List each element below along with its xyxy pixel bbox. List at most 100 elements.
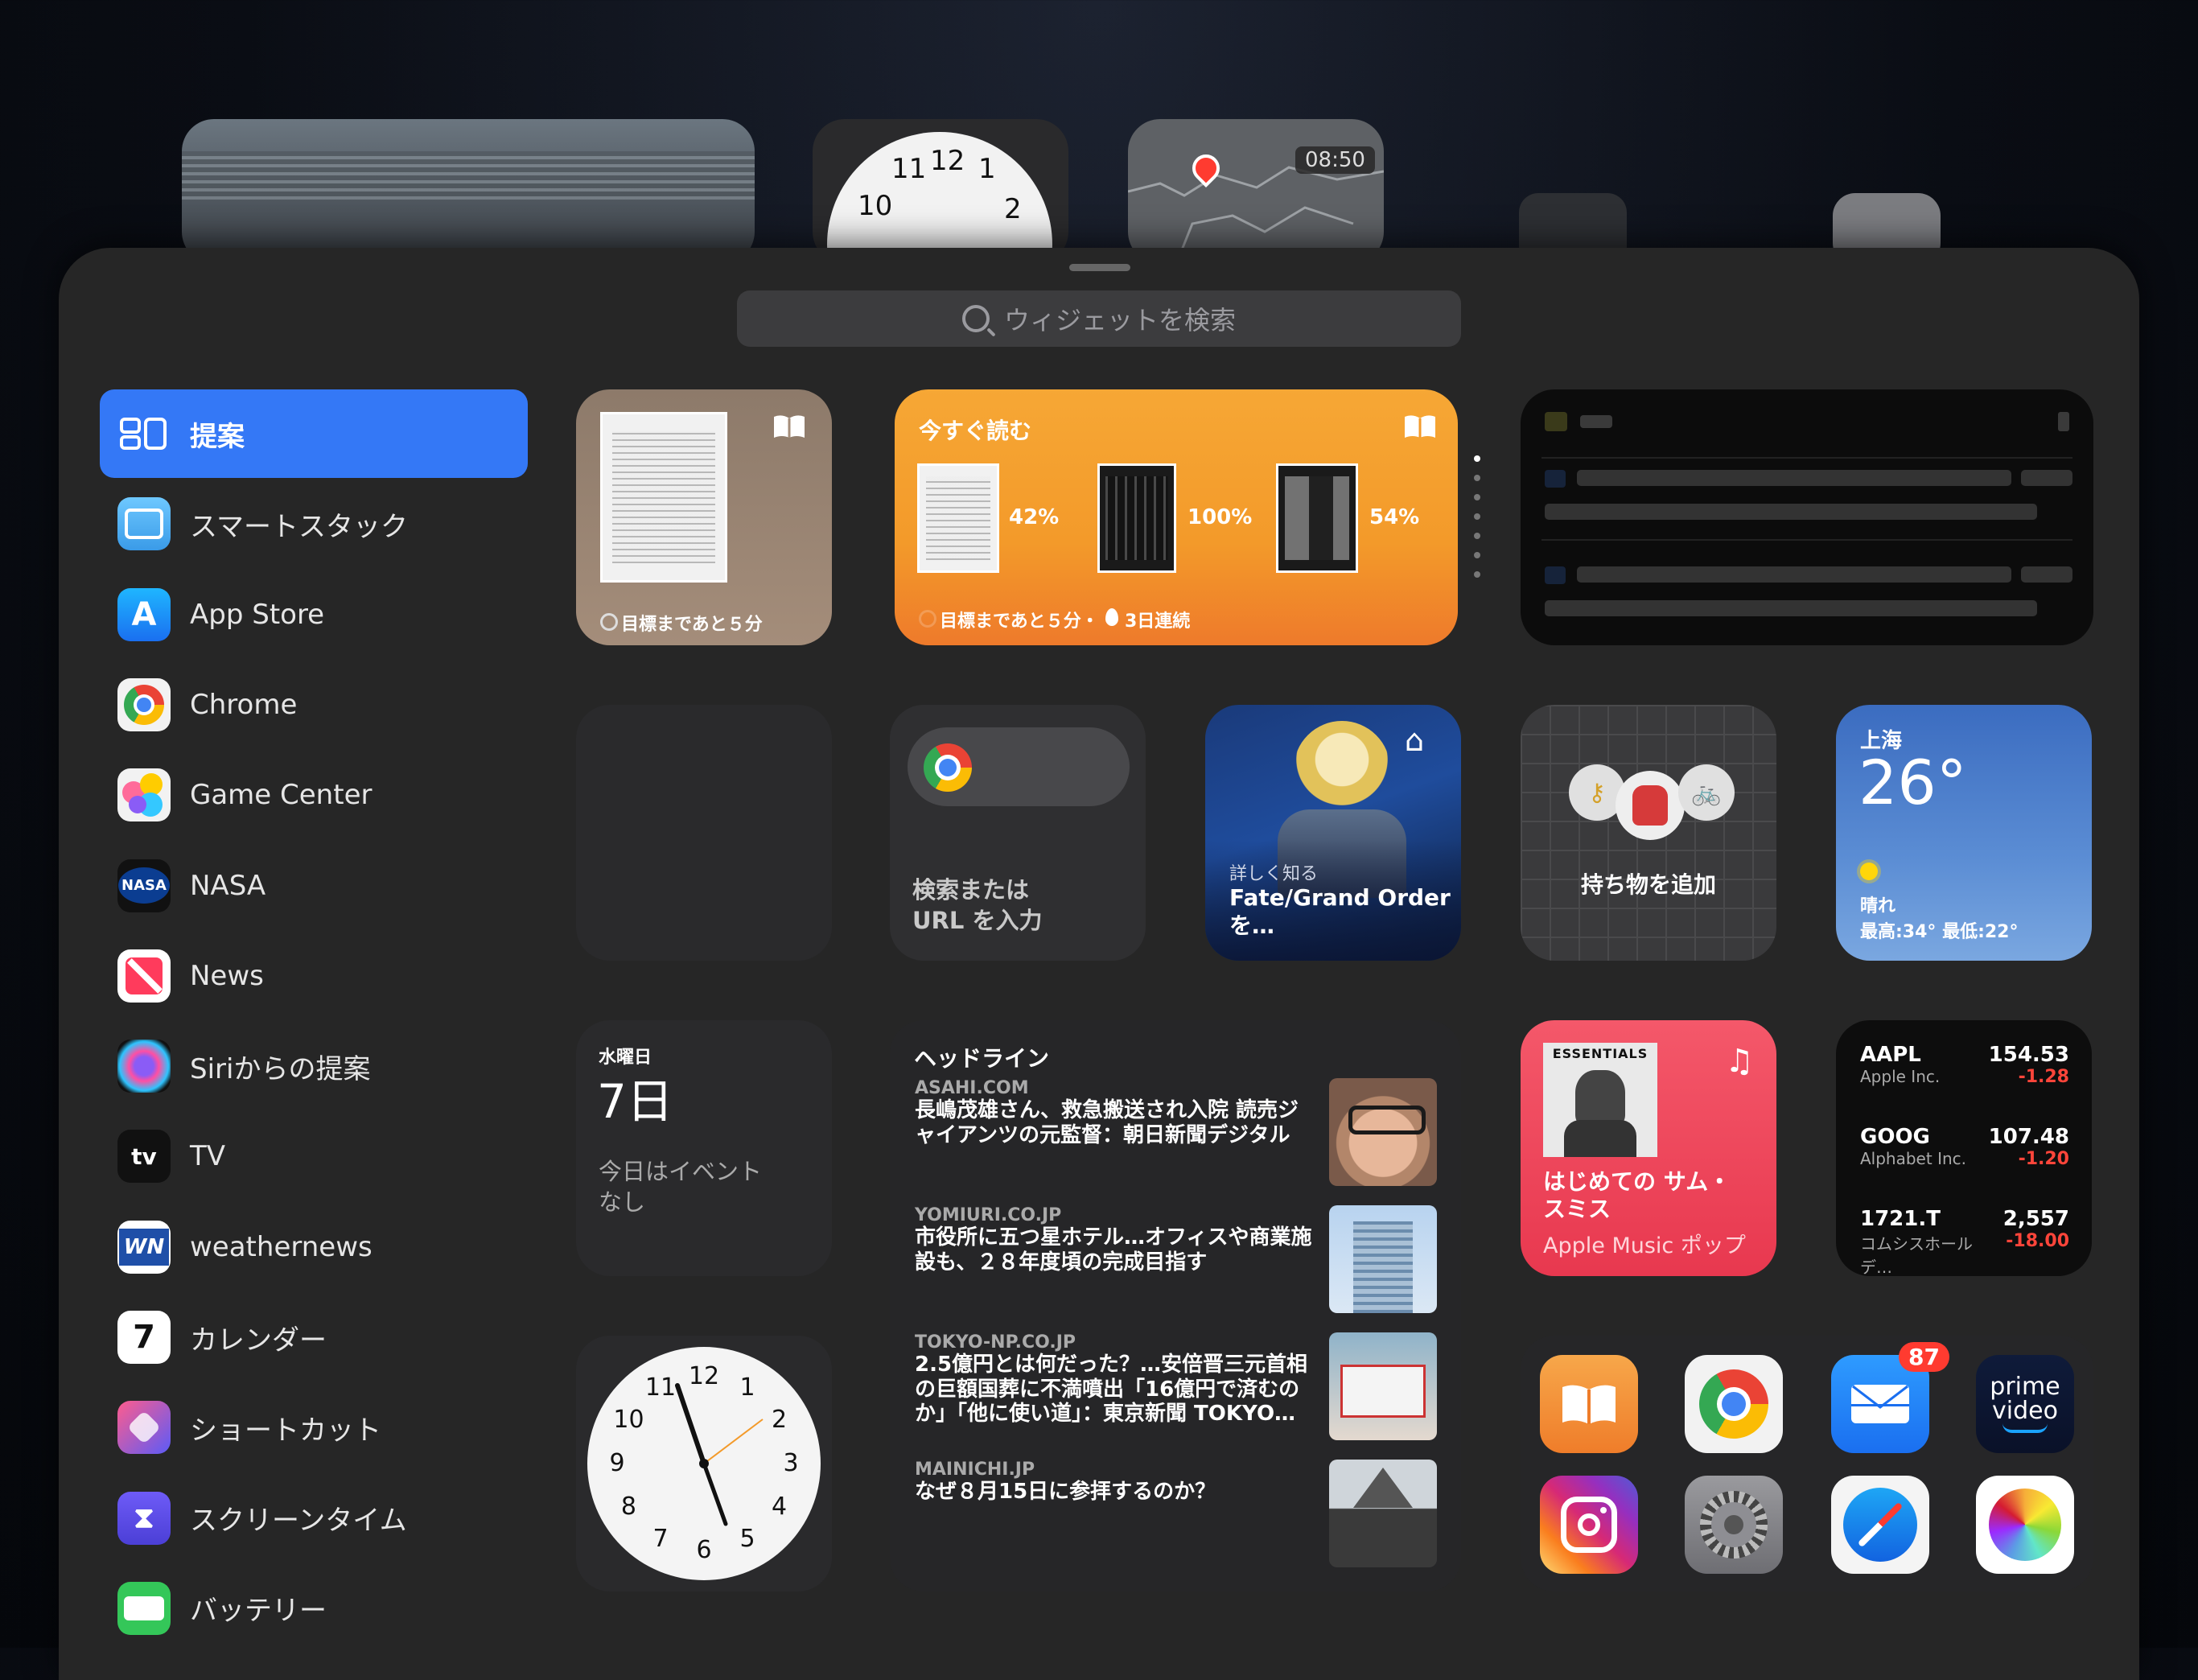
reading-goal-text: 目標まであと５分・ — [940, 611, 1099, 632]
sidebar-item[interactable]: ショートカット — [100, 1383, 528, 1472]
news-title: なぜ８月15日に参拝するのか？ — [915, 1480, 1216, 1504]
news-header: ヘッドライン — [914, 1045, 1050, 1072]
sidebar-item[interactable]: NASA NASA — [100, 842, 528, 930]
stock-row[interactable]: AAPL Apple Inc. 154.53 -1.28 — [1860, 1043, 2069, 1087]
clock-number: 10 — [613, 1406, 644, 1434]
streak-text: 3日連続 — [1125, 611, 1191, 632]
placeholder-list-widget[interactable] — [1521, 389, 2093, 645]
news-icon — [117, 949, 171, 1003]
app-store-eyebrow: 詳しく知る — [1229, 864, 1319, 884]
news-title: 市役所に五つ星ホテル…オフィスや商業施設も、２８年度頃の完成目指す — [915, 1225, 1312, 1274]
stock-row[interactable]: 1721.T コムシスホールデ… 2,557 -18.00 — [1860, 1207, 2069, 1278]
clock-number: 11 — [644, 1373, 677, 1402]
empty-widget[interactable] — [576, 705, 832, 961]
sidebar-item[interactable]: バッテリー — [100, 1564, 528, 1653]
calendar-no-events: 今日はイベント なし — [599, 1158, 763, 1216]
prime-video-icon[interactable]: prime video — [1976, 1355, 2074, 1453]
clock-number: 3 — [783, 1449, 799, 1477]
sidebar-item[interactable]: tv TV — [100, 1112, 528, 1200]
news-item[interactable]: TOKYO-NP.CO.JP 2.5億円とは何だった？…安倍晋三元首相の巨額国葬… — [915, 1332, 1317, 1427]
sheet-grabber[interactable] — [1069, 264, 1130, 271]
clock-number: 5 — [739, 1524, 755, 1553]
nasa-icon: NASA — [117, 859, 171, 912]
news-item[interactable]: YOMIURI.CO.JP 市役所に五つ星ホテル…オフィスや商業施設も、２８年度… — [915, 1205, 1317, 1274]
app-store-title: Fate/Grand Order を… — [1229, 884, 1451, 939]
sidebar-icon-text: WN — [118, 1228, 170, 1266]
sidebar-item[interactable]: 7 カレンダー — [100, 1293, 528, 1381]
screen-time-icon: ⧗ — [117, 1491, 171, 1545]
news-source: TOKYO-NP.CO.JP — [915, 1332, 1076, 1353]
tv-icon: tv — [117, 1130, 171, 1184]
find-my-add-label: 持ち物を追加 — [1580, 871, 1716, 898]
find-my-items-widget[interactable]: ⚷ 🚲 持ち物を追加 — [1521, 705, 1776, 961]
news-thumbnail — [1329, 1078, 1437, 1186]
widget-search-field[interactable]: ウィジェットを検索 — [737, 290, 1461, 347]
sidebar-item[interactable]: A App Store — [100, 570, 528, 659]
calendar-day: 7日 — [597, 1074, 673, 1129]
game-character-art — [1294, 721, 1390, 817]
clock-number: 2 — [1004, 193, 1022, 225]
news-item[interactable]: MAINICHI.JP なぜ８月15日に参拝するのか？ — [915, 1460, 1317, 1505]
book-progress: 100% — [1187, 505, 1253, 529]
book-cover — [1276, 463, 1358, 573]
calendar-widget[interactable]: 水曜日 7日 今日はイベント なし — [576, 1020, 832, 1276]
sidebar-item[interactable]: Game Center — [100, 751, 528, 839]
apple-music-widget[interactable]: ESSENTIALS ♫ はじめての サム・ スミス Apple Music ポ… — [1521, 1020, 1776, 1276]
settings-icon[interactable] — [1685, 1476, 1783, 1574]
clock-number: 2 — [771, 1406, 788, 1434]
clock-widget[interactable]: 12 1 2 3 4 5 6 7 8 9 10 11 — [576, 1336, 832, 1591]
stock-name: コムシスホールデ… — [1860, 1234, 1973, 1277]
weather-widget[interactable]: 上海 26° 晴れ 最高:34° 最低:22° — [1836, 705, 2092, 961]
stock-row[interactable]: GOOG Alphabet Inc. 107.48 -1.20 — [1860, 1125, 2069, 1169]
sidebar-item-label: NASA — [190, 869, 266, 902]
sidebar-item-label: Game Center — [190, 779, 373, 812]
news-source: YOMIURI.CO.JP — [915, 1205, 1062, 1225]
sun-icon — [1860, 863, 1878, 880]
sidebar-item[interactable]: ⧗ スクリーンタイム — [100, 1474, 528, 1563]
instagram-icon[interactable] — [1540, 1476, 1638, 1574]
photos-icon[interactable] — [1976, 1476, 2074, 1574]
backpack-icon — [1616, 771, 1685, 840]
sidebar-item[interactable]: スマートスタック — [100, 480, 528, 568]
map-outline — [1128, 166, 1384, 264]
news-item[interactable]: ASAHI.COM 長嶋茂雄さん、救急搬送され入院 読売ジャイアンツの元監督：朝… — [915, 1078, 1317, 1147]
books-read-now-widget[interactable]: 今すぐ読む 42% 100% 54% 目標まであと５分・ 3日連続 — [895, 389, 1458, 645]
siri-icon — [117, 1040, 171, 1093]
clock-number: 9 — [609, 1449, 625, 1477]
app-store-widget[interactable]: ⌂ 詳しく知る Fate/Grand Order を… — [1205, 705, 1461, 961]
prime-video-line2: video — [1992, 1397, 2058, 1425]
sidebar-icon-text: NASA — [118, 867, 170, 904]
sidebar-item[interactable]: WN weathernews — [100, 1203, 528, 1291]
calendar-icon: 7 — [117, 1311, 171, 1364]
sidebar-item-label: TV — [190, 1140, 226, 1173]
weathernews-icon: WN — [117, 1220, 171, 1274]
safari-icon[interactable] — [1831, 1476, 1929, 1574]
mail-badge: 87 — [1899, 1342, 1949, 1372]
app-store-icon: A — [117, 587, 171, 641]
shortcuts-icon — [117, 1401, 171, 1455]
sidebar-icon-text: 7 — [133, 1319, 155, 1356]
books-icon[interactable] — [1540, 1355, 1638, 1453]
clock-number: 1 — [978, 153, 996, 185]
book-progress: 42% — [1009, 505, 1060, 529]
books-small-widget[interactable]: 目標まであと５分 — [576, 389, 832, 645]
music-note-icon: ♫ — [1725, 1043, 1754, 1080]
sidebar-item-label: バッテリー — [190, 1595, 327, 1628]
search-icon — [961, 305, 990, 332]
sidebar-item[interactable]: Siriからの提案 — [100, 1022, 528, 1110]
background-clock-widget: 11 12 1 10 2 — [813, 119, 1068, 264]
sidebar-item[interactable]: Chrome — [100, 661, 528, 749]
stock-change: -1.28 — [2018, 1067, 2069, 1087]
book-icon — [1403, 414, 1437, 439]
chrome-icon[interactable] — [1685, 1355, 1783, 1453]
stack-page-indicator[interactable] — [1474, 455, 1480, 584]
sidebar-item[interactable]: News — [100, 932, 528, 1020]
chrome-search-widget[interactable]: 検索または URL を入力 — [890, 705, 1146, 961]
sidebar-item[interactable]: 提案 — [100, 389, 528, 478]
clock-number: 12 — [930, 145, 965, 177]
weather-temperature: 26° — [1858, 747, 1967, 818]
stock-change: -1.20 — [2018, 1149, 2069, 1169]
sidebar-item-label: 提案 — [190, 420, 245, 453]
weather-condition: 晴れ — [1860, 896, 1896, 916]
sidebar-item-label: App Store — [190, 598, 325, 631]
